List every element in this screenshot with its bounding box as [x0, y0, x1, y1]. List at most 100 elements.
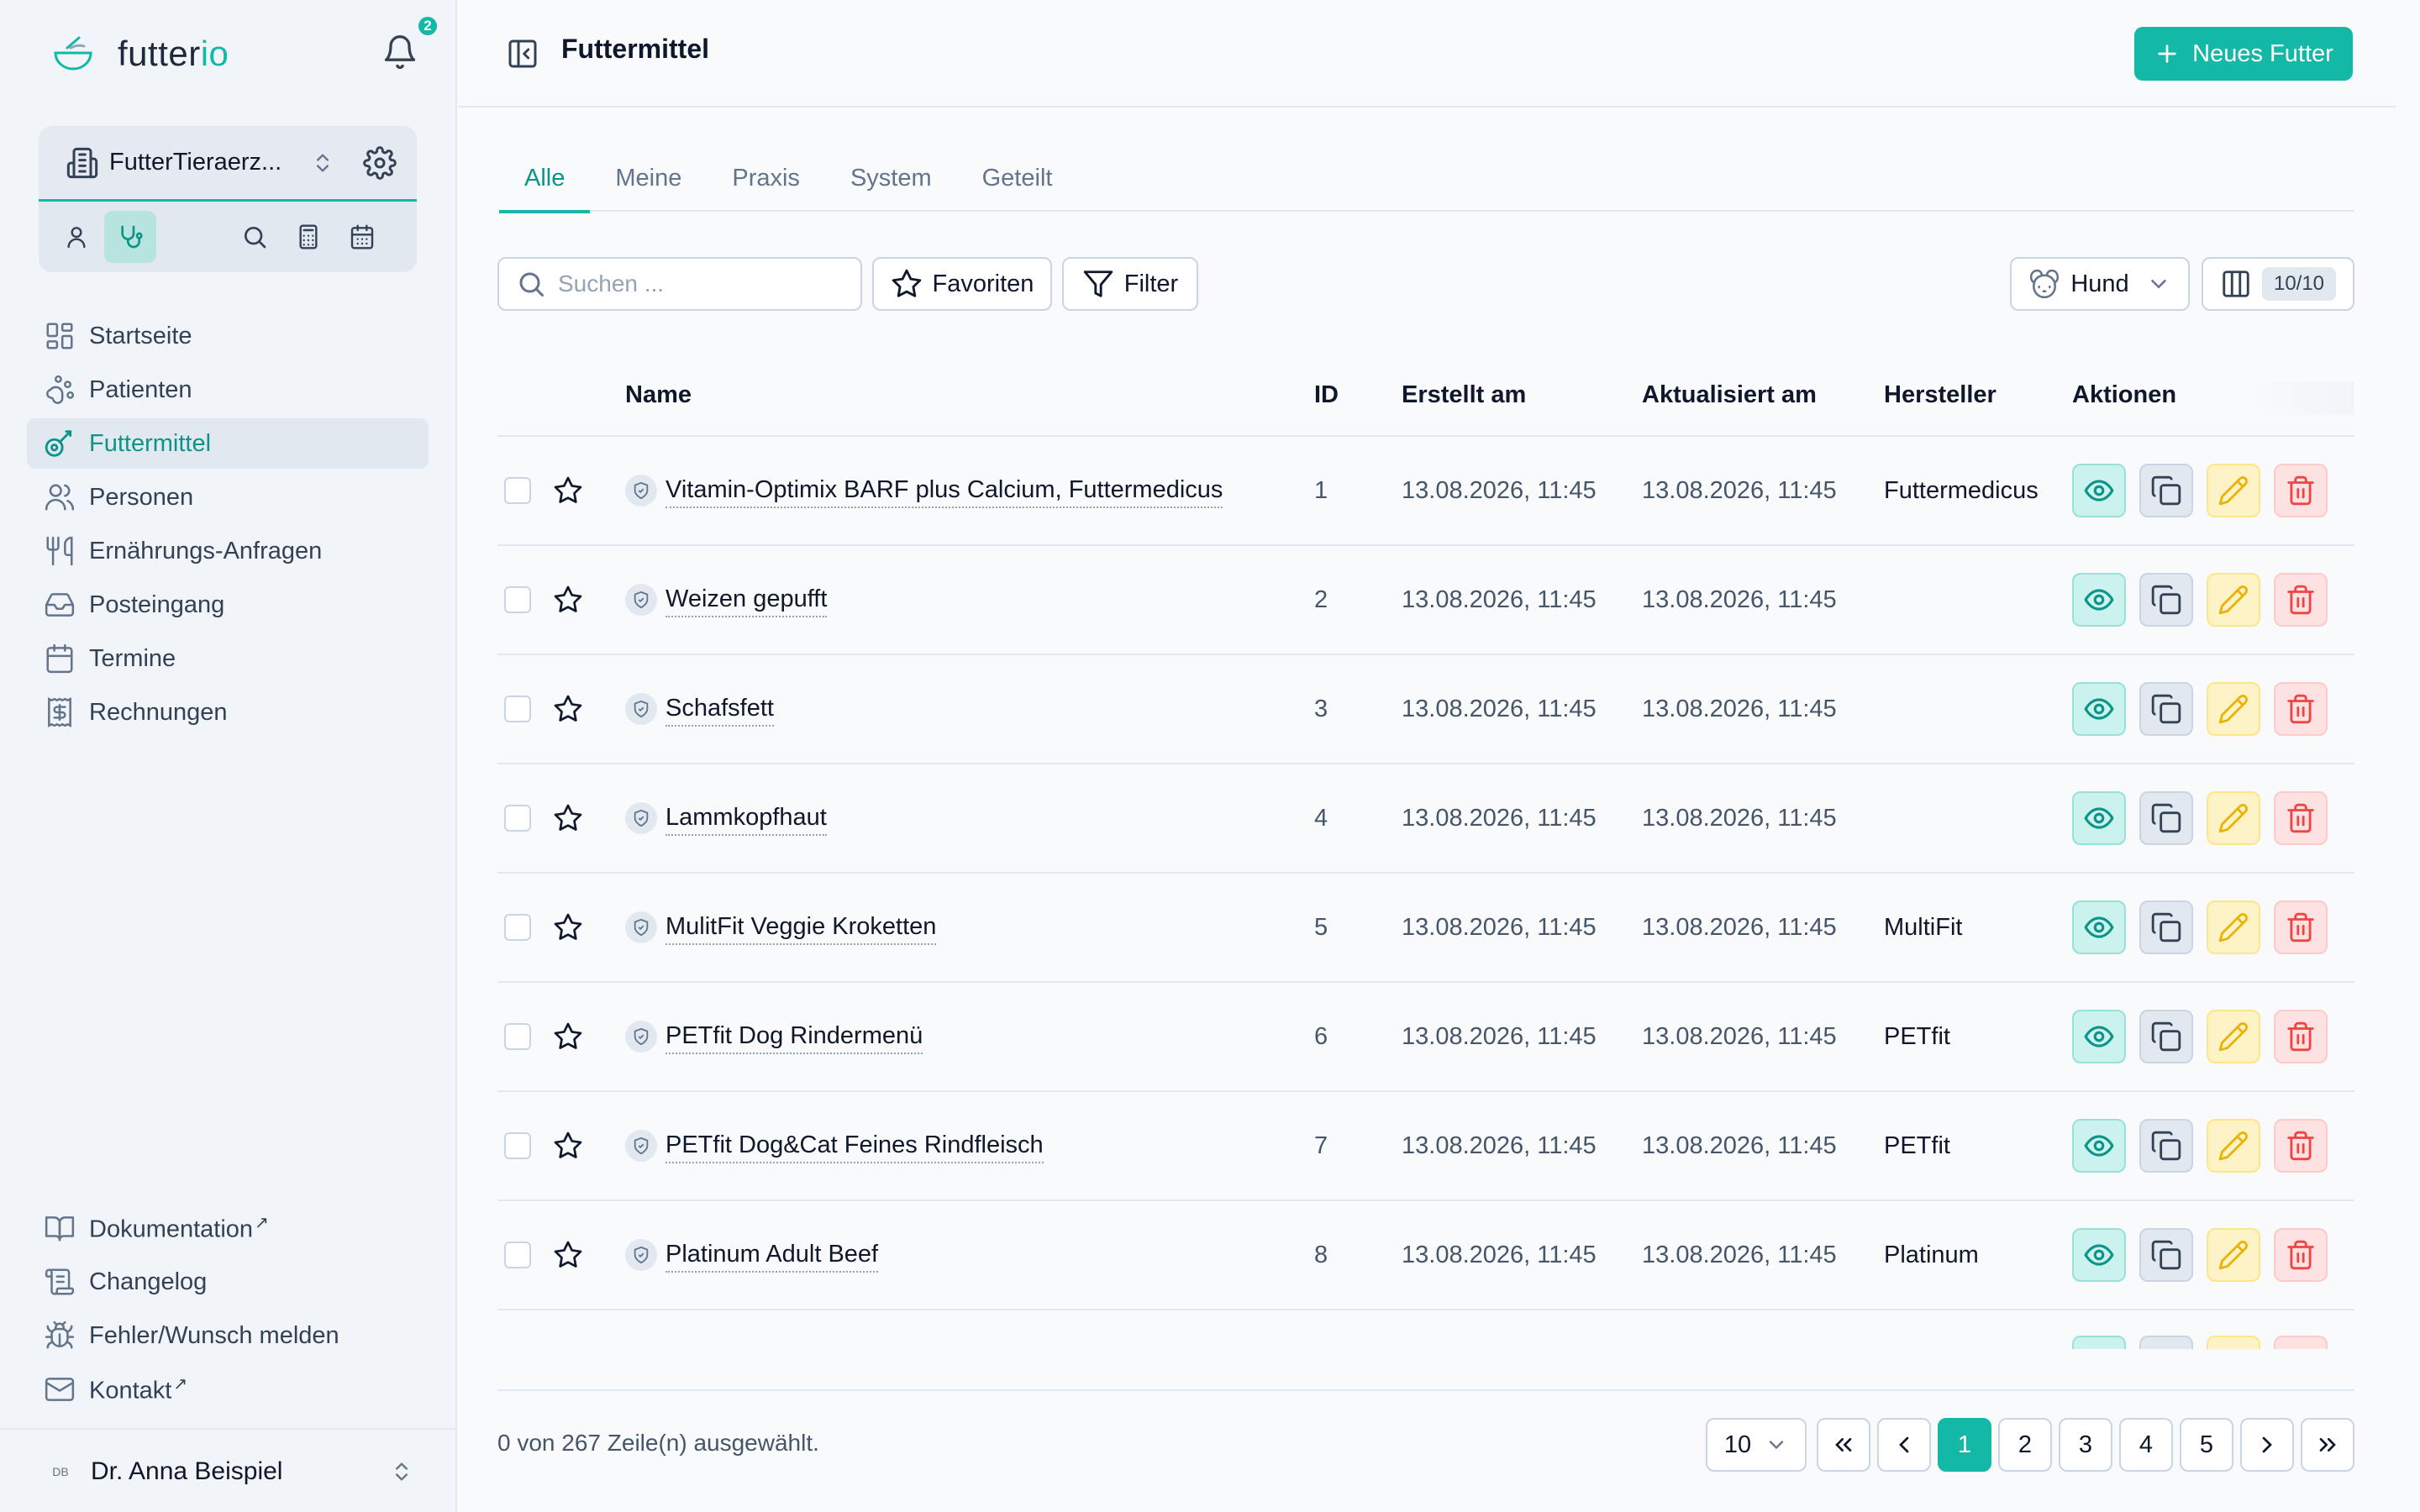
row-checkbox[interactable]: [504, 586, 531, 613]
view-button[interactable]: [2072, 1119, 2126, 1173]
column-header-created[interactable]: Erstellt am: [1402, 381, 1526, 409]
tab-meine[interactable]: Meine: [590, 156, 707, 212]
favorite-star-icon[interactable]: [553, 1131, 583, 1161]
search-input[interactable]: [558, 270, 844, 297]
copy-button[interactable]: [2139, 1336, 2193, 1349]
sidebar-item-personen[interactable]: Personen: [27, 472, 429, 522]
copy-button[interactable]: [2139, 573, 2193, 627]
tab-geteilt[interactable]: Geteilt: [957, 156, 1078, 212]
page-4-button[interactable]: 4: [2119, 1418, 2173, 1472]
table-row[interactable]: Platinum Adult Beef 8 13.08.2026, 11:45 …: [497, 1201, 2354, 1310]
edit-button[interactable]: [2207, 1228, 2260, 1282]
edit-button[interactable]: [2207, 1336, 2260, 1349]
food-name[interactable]: PETfit Dog&Cat Feines Rindfleisch: [666, 1128, 1044, 1163]
sidebar-item-posteingang[interactable]: Posteingang: [27, 580, 429, 630]
sidebar-item-ernaehrungs-anfragen[interactable]: Ernährungs-Anfragen: [27, 526, 429, 576]
row-checkbox[interactable]: [504, 1023, 531, 1050]
favorite-star-icon[interactable]: [553, 803, 583, 833]
page-size-select[interactable]: 10: [1706, 1418, 1807, 1472]
sidebar-item-dokumentation[interactable]: Dokumentation ↗: [27, 1203, 429, 1253]
copy-button[interactable]: [2139, 682, 2193, 736]
column-header-name[interactable]: Name: [625, 381, 692, 409]
table-row[interactable]: PETfit Dog&Cat Feines Rindfleisch 7 13.0…: [497, 1092, 2354, 1201]
table-row[interactable]: PETfit Dog Rindermenü 6 13.08.2026, 11:4…: [497, 983, 2354, 1092]
delete-button[interactable]: [2274, 1336, 2328, 1349]
delete-button[interactable]: [2274, 1119, 2328, 1173]
row-checkbox[interactable]: [504, 696, 531, 722]
view-button[interactable]: [2072, 464, 2126, 517]
sidebar-item-termine[interactable]: Termine: [27, 633, 429, 684]
delete-button[interactable]: [2274, 464, 2328, 517]
table-row[interactable]: Vitamin-Optimix BARF plus Calcium, Futte…: [497, 437, 2354, 546]
delete-button[interactable]: [2274, 900, 2328, 954]
chevrons-up-down-icon[interactable]: [311, 147, 334, 179]
copy-button[interactable]: [2139, 464, 2193, 517]
page-5-button[interactable]: 5: [2180, 1418, 2233, 1472]
favorite-star-icon[interactable]: [553, 1240, 583, 1270]
food-name[interactable]: MulitFit Veggie Kroketten: [666, 910, 937, 945]
favorite-star-icon[interactable]: [553, 585, 583, 615]
view-button[interactable]: [2072, 573, 2126, 627]
favorite-star-icon[interactable]: [553, 912, 583, 942]
sidebar-item-patienten[interactable]: Patienten: [27, 365, 429, 415]
calculator-button[interactable]: [282, 211, 334, 263]
copy-button[interactable]: [2139, 791, 2193, 845]
row-checkbox[interactable]: [504, 805, 531, 832]
column-header-manufacturer[interactable]: Hersteller: [1884, 381, 1996, 409]
new-food-button[interactable]: Neues Futter: [2134, 27, 2353, 81]
vet-mode-button[interactable]: [104, 211, 156, 263]
favorite-star-icon[interactable]: [553, 694, 583, 724]
bell-icon[interactable]: [381, 32, 418, 72]
view-button[interactable]: [2072, 1336, 2126, 1349]
page-3-button[interactable]: 3: [2059, 1418, 2112, 1472]
app-logo[interactable]: futterio: [50, 30, 229, 77]
tab-system[interactable]: System: [825, 156, 957, 212]
gear-icon[interactable]: [363, 145, 397, 180]
edit-button[interactable]: [2207, 1119, 2260, 1173]
tab-alle[interactable]: Alle: [499, 156, 591, 213]
food-name[interactable]: Vitamin-Optimix BARF plus Calcium, Futte…: [666, 473, 1223, 508]
row-checkbox[interactable]: [504, 1242, 531, 1268]
favorites-button[interactable]: Favoriten: [872, 257, 1052, 311]
sidebar-item-rechnungen[interactable]: Rechnungen: [27, 687, 429, 738]
table-row[interactable]: MulitFit Veggie Kroketten 5 13.08.2026, …: [497, 874, 2354, 983]
previous-page-button[interactable]: [1877, 1418, 1931, 1472]
sidebar-toggle-icon[interactable]: [506, 37, 539, 71]
food-name[interactable]: Lammkopfhaut: [666, 801, 827, 836]
last-page-button[interactable]: [2301, 1418, 2354, 1472]
user-mode-button[interactable]: [50, 211, 103, 263]
delete-button[interactable]: [2274, 1010, 2328, 1063]
search-field[interactable]: [497, 257, 862, 311]
columns-button[interactable]: 10/10: [2202, 257, 2354, 311]
favorite-star-icon[interactable]: [553, 1021, 583, 1052]
filter-button[interactable]: Filter: [1062, 257, 1198, 311]
table-row[interactable]: Schafsfett 3 13.08.2026, 11:45 13.08.202…: [497, 655, 2354, 764]
edit-button[interactable]: [2207, 682, 2260, 736]
delete-button[interactable]: [2274, 1228, 2328, 1282]
page-2-button[interactable]: 2: [1998, 1418, 2052, 1472]
view-button[interactable]: [2072, 1228, 2126, 1282]
first-page-button[interactable]: [1817, 1418, 1870, 1472]
sidebar-item-startseite[interactable]: Startseite: [27, 311, 429, 361]
food-name[interactable]: Schafsfett: [666, 691, 774, 727]
food-name[interactable]: Weizen gepufft: [666, 582, 828, 617]
calendar-button[interactable]: [336, 211, 388, 263]
favorite-star-icon[interactable]: [553, 475, 583, 506]
food-name[interactable]: Platinum Adult Beef: [666, 1237, 879, 1273]
edit-button[interactable]: [2207, 791, 2260, 845]
copy-button[interactable]: [2139, 1228, 2193, 1282]
table-row[interactable]: Lammkopfhaut 4 13.08.2026, 11:45 13.08.2…: [497, 764, 2354, 874]
species-select[interactable]: Hund: [2010, 257, 2190, 311]
row-checkbox[interactable]: [504, 914, 531, 941]
page-1-button[interactable]: 1: [1938, 1418, 1991, 1472]
edit-button[interactable]: [2207, 900, 2260, 954]
column-header-updated[interactable]: Aktualisiert am: [1642, 381, 1817, 409]
delete-button[interactable]: [2274, 791, 2328, 845]
view-button[interactable]: [2072, 900, 2126, 954]
delete-button[interactable]: [2274, 682, 2328, 736]
user-menu[interactable]: DB Dr. Anna Beispiel: [44, 1448, 413, 1495]
view-button[interactable]: [2072, 1010, 2126, 1063]
delete-button[interactable]: [2274, 573, 2328, 627]
tab-praxis[interactable]: Praxis: [707, 156, 825, 212]
view-button[interactable]: [2072, 791, 2126, 845]
